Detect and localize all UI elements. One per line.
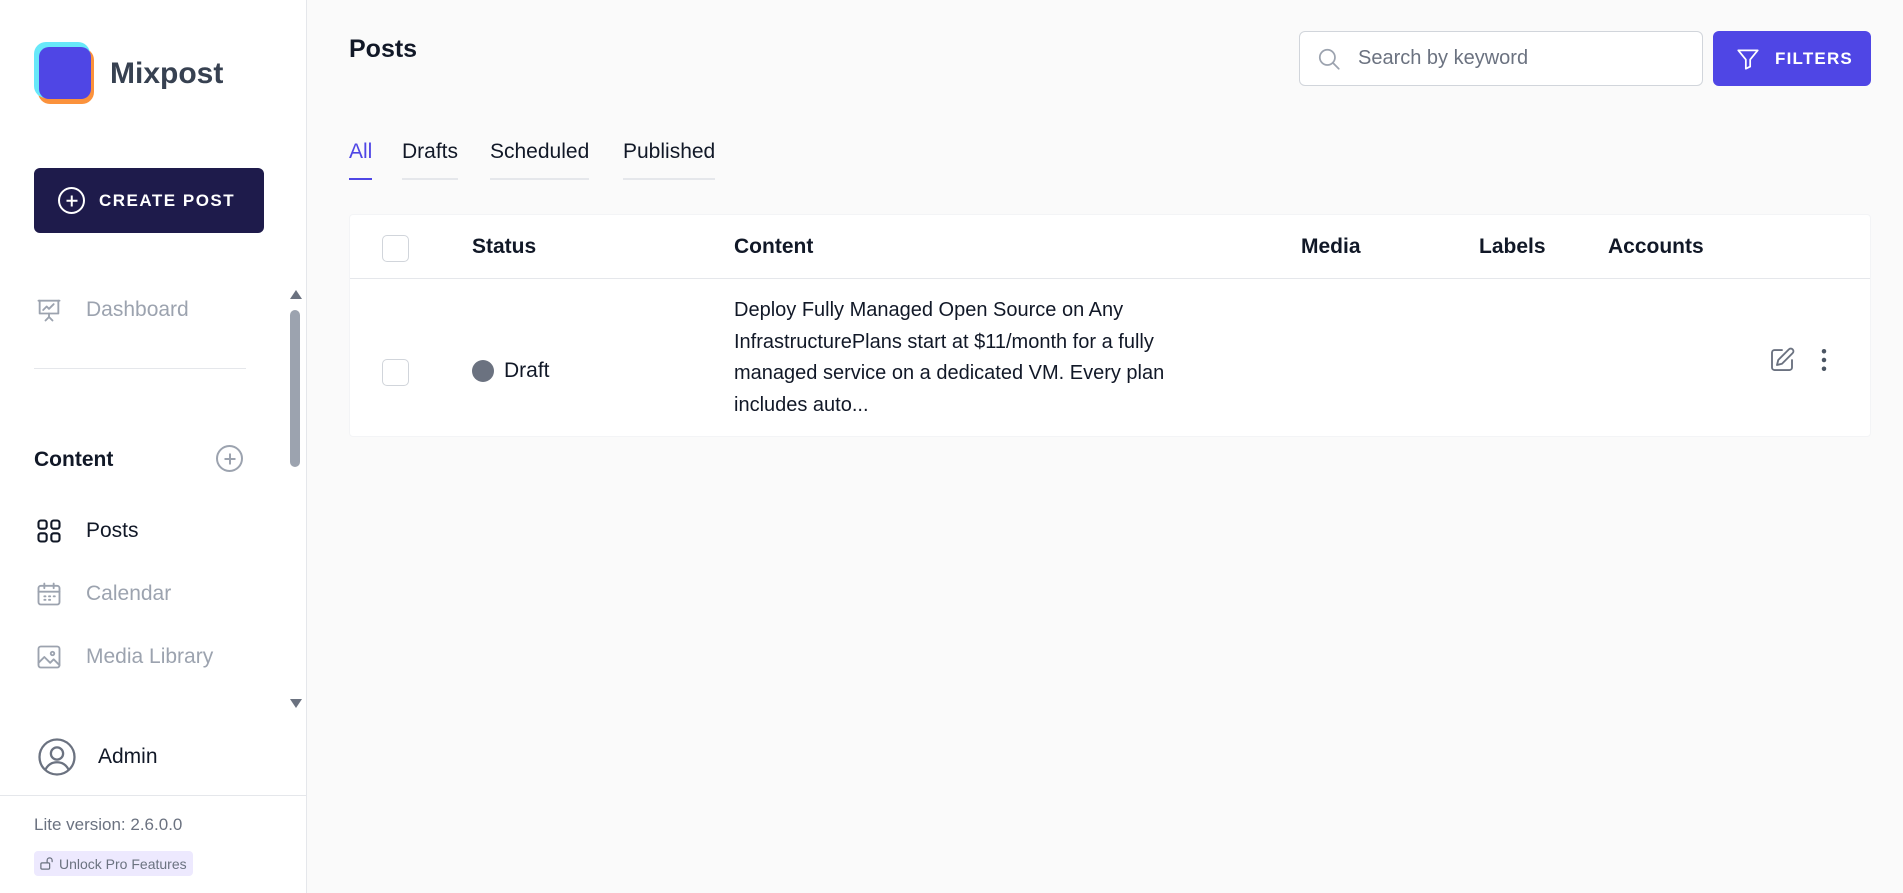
select-all-checkbox[interactable] xyxy=(382,235,409,262)
tab-scheduled[interactable]: Scheduled xyxy=(490,140,590,180)
scroll-thumb[interactable] xyxy=(290,310,300,467)
sidebar-item-label: Media Library xyxy=(86,645,214,668)
sidebar-item-label: Posts xyxy=(86,519,139,542)
column-header-content: Content xyxy=(734,235,814,258)
sidebar-item-dashboard[interactable]: Dashboard xyxy=(34,295,189,325)
app-logo[interactable]: Mixpost xyxy=(34,42,223,106)
calendar-icon xyxy=(34,579,64,609)
sidebar-item-media-library[interactable]: Media Library xyxy=(34,642,213,672)
filters-label: FILTERS xyxy=(1775,48,1853,68)
grid-icon xyxy=(34,516,64,546)
unlock-icon xyxy=(39,856,54,871)
sidebar-item-calendar[interactable]: Calendar xyxy=(34,579,171,609)
filter-icon xyxy=(1735,46,1761,72)
user-menu[interactable]: Admin xyxy=(36,736,158,778)
mixpost-logo-icon xyxy=(34,42,96,106)
app-name: Mixpost xyxy=(110,57,224,90)
edit-icon[interactable] xyxy=(1767,345,1797,375)
draft-status-dot xyxy=(472,360,494,382)
table-header: Status Content Media Labels Accounts xyxy=(350,215,1870,279)
version-text: Lite version: 2.6.0.0 xyxy=(34,815,183,834)
tab-all[interactable]: All xyxy=(349,140,373,180)
column-header-accounts: Accounts xyxy=(1608,235,1704,258)
filters-button[interactable]: FILTERS xyxy=(1713,31,1871,86)
create-post-button[interactable]: CREATE POST xyxy=(34,168,264,233)
row-checkbox[interactable] xyxy=(382,359,409,386)
plus-circle-icon xyxy=(58,187,85,214)
sidebar-item-posts[interactable]: Posts xyxy=(34,516,139,546)
sidebar-item-label: Dashboard xyxy=(86,298,189,321)
status-label: Draft xyxy=(504,359,550,382)
post-content[interactable]: Deploy Fully Managed Open Source on Any … xyxy=(734,295,1234,421)
search-icon xyxy=(1316,46,1342,72)
create-post-label: CREATE POST xyxy=(99,190,236,210)
user-avatar-icon xyxy=(36,736,78,778)
sidebar: Mixpost CREATE POST Dashboard Content Po… xyxy=(0,0,307,893)
tab-published[interactable]: Published xyxy=(623,140,716,180)
footer-divider xyxy=(0,795,307,796)
search-input[interactable] xyxy=(1358,47,1678,70)
column-header-labels: Labels xyxy=(1479,235,1546,258)
posts-table: Status Content Media Labels Accounts Dra… xyxy=(349,214,1871,437)
sidebar-scrollbar[interactable] xyxy=(287,290,303,708)
sidebar-divider xyxy=(34,368,246,369)
table-row[interactable]: Draft Deploy Fully Managed Open Source o… xyxy=(350,279,1870,437)
presentation-chart-icon xyxy=(34,295,64,325)
sidebar-nav: Dashboard Content Posts Calendar Media L… xyxy=(0,280,307,710)
tab-drafts[interactable]: Drafts xyxy=(402,140,459,180)
more-options-icon[interactable] xyxy=(1809,345,1839,375)
scroll-up-arrow-icon[interactable] xyxy=(290,290,302,299)
unlock-pro-label: Unlock Pro Features xyxy=(59,855,187,872)
column-header-media: Media xyxy=(1301,235,1361,258)
content-section-title: Content xyxy=(34,448,114,471)
add-content-icon[interactable] xyxy=(216,445,243,472)
page-title: Posts xyxy=(349,35,418,63)
user-name: Admin xyxy=(98,745,158,768)
sidebar-item-label: Calendar xyxy=(86,582,172,605)
status-badge: Draft xyxy=(472,359,550,383)
search-box[interactable] xyxy=(1299,31,1703,86)
column-header-status: Status xyxy=(472,235,537,258)
scroll-down-arrow-icon[interactable] xyxy=(290,699,302,708)
image-icon xyxy=(34,642,64,672)
unlock-pro-badge[interactable]: Unlock Pro Features xyxy=(34,851,193,876)
